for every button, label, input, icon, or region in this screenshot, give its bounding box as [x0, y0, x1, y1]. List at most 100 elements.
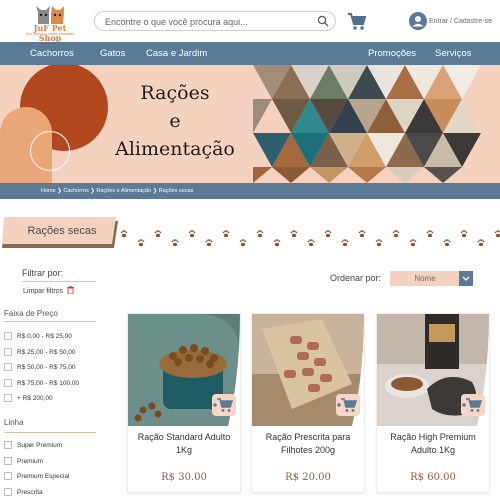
- price-range-title: Faixa de Preço: [4, 309, 58, 318]
- paw-print-icon: [290, 230, 298, 238]
- banner-title-line1: Rações: [140, 82, 210, 104]
- checkbox[interactable]: [4, 457, 12, 465]
- paw-print-icon: [137, 239, 145, 247]
- paw-print-icon: [494, 230, 500, 238]
- main-nav: Cachorros Gatos Casa e Jardim Promoções …: [0, 42, 500, 65]
- chevron-down-icon: [462, 276, 470, 281]
- price-option-label: + R$ 200,00: [17, 394, 53, 402]
- paw-print-icon: [392, 230, 400, 238]
- add-to-cart-button[interactable]: [336, 394, 360, 416]
- clear-filters-button[interactable]: Limpar filtros: [23, 286, 75, 295]
- sort-label: Ordenar por:: [330, 273, 382, 283]
- breadcrumb-cachorros[interactable]: Cachorros: [63, 188, 88, 194]
- search-icon[interactable]: [317, 15, 329, 27]
- paw-print-icon: [477, 239, 485, 247]
- login-label: Entrar / Cadastre-se: [429, 17, 493, 25]
- paw-print-icon: [188, 230, 196, 238]
- price-option-1[interactable]: R$ 0,00 - R$ 25,00: [4, 331, 72, 341]
- checkbox[interactable]: [4, 348, 12, 356]
- checkbox[interactable]: [4, 332, 12, 340]
- sort-select[interactable]: Nome: [390, 271, 473, 286]
- divider: [4, 321, 96, 322]
- product-name[interactable]: Ração Prescrita para Filhotes 200g: [254, 431, 362, 457]
- price-option-5[interactable]: + R$ 200,00: [4, 393, 53, 403]
- product-name[interactable]: Ração Standard Adulto 1Kg: [130, 431, 238, 457]
- paw-print-icon: [341, 239, 349, 247]
- nav-item-servicos[interactable]: Serviços: [435, 42, 471, 65]
- paw-print-icon: [256, 230, 264, 238]
- hero-banner: Rações e Alimentação: [0, 65, 500, 183]
- checkbox[interactable]: [4, 363, 12, 371]
- add-to-cart-button[interactable]: [212, 394, 236, 416]
- line-option-label: Premium: [17, 457, 44, 465]
- login-link[interactable]: Entrar / Cadastre-se: [409, 11, 492, 31]
- checkbox[interactable]: [4, 488, 12, 496]
- sort-value: Nome: [414, 274, 436, 283]
- paw-print-icon: [358, 230, 366, 238]
- banner-title-line2: e: [169, 110, 181, 132]
- paw-prints-decoration: [120, 230, 500, 247]
- line-title: Linha: [4, 418, 24, 427]
- decorative-outline-circle: [30, 131, 70, 171]
- price-option-label: R$ 50,00 - R$ 75,00: [17, 363, 76, 371]
- section-title-tab: Rações secas: [2, 217, 118, 248]
- paw-print-icon: [205, 239, 213, 247]
- product-card[interactable]: Ração High Premium Adulto 1Kg R$ 60.00: [376, 313, 490, 493]
- search-input[interactable]: [105, 14, 310, 29]
- price-option-2[interactable]: R$ 25,00 - R$ 50,00: [4, 347, 76, 357]
- paw-print-icon: [409, 239, 417, 247]
- nav-item-gatos[interactable]: Gatos: [100, 42, 125, 65]
- divider: [22, 281, 96, 282]
- nav-item-promocoes[interactable]: Promoções: [368, 42, 416, 65]
- breadcrumb-racoes-alimentacao[interactable]: Rações e Alimentação: [96, 188, 151, 194]
- product-price: R$ 60.00: [410, 472, 456, 483]
- banner-title: Rações e Alimentação: [110, 79, 240, 163]
- clear-filters-label: Limpar filtros: [23, 288, 64, 295]
- nav-item-cachorros[interactable]: Cachorros: [30, 42, 74, 65]
- line-option-premium[interactable]: Premium: [4, 456, 43, 466]
- price-option-4[interactable]: R$ 75,00 - R$ 100,00: [4, 378, 79, 388]
- banner-title-line3: Alimentação: [115, 138, 235, 160]
- pets-logo-icon: [36, 6, 64, 24]
- checkbox[interactable]: [4, 441, 12, 449]
- cart-icon[interactable]: [347, 11, 367, 31]
- product-name[interactable]: Ração High Premium Adulto 1Kg: [379, 431, 487, 457]
- pet-photo-collage: [253, 65, 500, 183]
- price-option-3[interactable]: R$ 50,00 - R$ 75,00: [4, 362, 76, 372]
- price-option-label: R$ 0,00 - R$ 25,00: [17, 332, 72, 340]
- price-option-label: R$ 75,00 - R$ 100,00: [17, 379, 80, 387]
- breadcrumb-bar: Home ❯ Cachorros ❯ Rações e Alimentação …: [0, 183, 500, 199]
- checkbox[interactable]: [4, 472, 12, 480]
- product-price: R$ 30.00: [161, 472, 207, 483]
- checkbox[interactable]: [4, 394, 12, 402]
- paw-print-icon: [426, 230, 434, 238]
- paw-print-icon: [239, 239, 247, 247]
- logo[interactable]: JuF Pet Shop Seu cachorro, nossa priorid…: [24, 4, 76, 43]
- paw-print-icon: [307, 239, 315, 247]
- line-option-label: Prescrita: [17, 488, 43, 496]
- user-circle-icon: [409, 12, 427, 30]
- product-price: R$ 20.00: [285, 472, 331, 483]
- paw-print-icon: [443, 239, 451, 247]
- add-to-cart-icon: [337, 398, 358, 412]
- breadcrumb-home[interactable]: Home: [41, 188, 56, 194]
- paw-print-icon: [375, 239, 383, 247]
- product-card[interactable]: Ração Standard Adulto 1Kg R$ 30.00: [127, 313, 241, 493]
- add-to-cart-button[interactable]: [461, 394, 485, 416]
- line-option-premium-especial[interactable]: Premium Especial: [4, 471, 69, 481]
- line-option-label: Premium Especial: [17, 472, 70, 480]
- sort-dropdown-button[interactable]: [459, 271, 473, 286]
- checkbox[interactable]: [4, 379, 12, 387]
- price-option-label: R$ 25,00 - R$ 50,00: [17, 348, 76, 356]
- trash-icon: [67, 286, 75, 294]
- search-bar: [94, 11, 336, 31]
- nav-item-casa-jardim[interactable]: Casa e Jardim: [146, 42, 207, 65]
- filter-title: Filtrar por:: [22, 268, 64, 278]
- line-option-super-premium[interactable]: Super Premium: [4, 440, 62, 450]
- paw-print-icon: [171, 239, 179, 247]
- product-card[interactable]: Ração Prescrita para Filhotes 200g R$ 20…: [251, 313, 365, 493]
- divider: [4, 432, 96, 433]
- paw-print-icon: [273, 239, 281, 247]
- paw-print-icon: [324, 230, 332, 238]
- line-option-prescrita[interactable]: Prescrita: [4, 487, 43, 497]
